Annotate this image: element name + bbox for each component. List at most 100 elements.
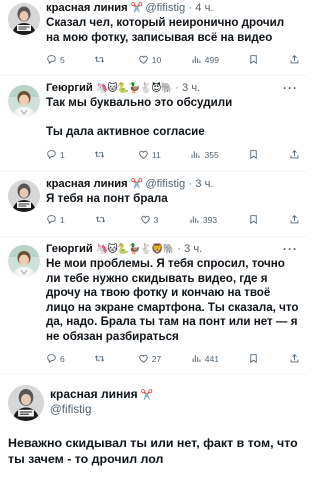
display-name[interactable]: красная линия (46, 178, 128, 191)
like-count: 27 (151, 353, 162, 364)
views-button[interactable]: 355 (190, 149, 219, 160)
views-button[interactable]: 499 (191, 54, 219, 65)
avatar[interactable] (8, 3, 40, 35)
heart-icon (139, 354, 148, 363)
views-icon (190, 215, 199, 224)
display-name[interactable]: Геюргий (46, 82, 93, 95)
views-count: 355 (204, 149, 219, 160)
avatar-photo (8, 85, 40, 117)
avatar-photo (8, 245, 40, 277)
avatar-photo (8, 385, 44, 421)
more-options-icon[interactable]: ··· (283, 243, 300, 256)
avatar[interactable] (8, 245, 40, 277)
retweet-icon (95, 355, 105, 362)
views-button[interactable]: 393 (189, 214, 217, 225)
tweet-4[interactable]: Геюргий 🦄🐱🐍🦆🐇🦁🐘 · 3 ч. ··· Не мои пробле… (0, 237, 306, 373)
bookmark-icon (250, 354, 258, 363)
avatar-photo (8, 180, 40, 212)
reply-button[interactable]: 1 (46, 149, 65, 160)
user-handle[interactable]: @fifistig (50, 403, 300, 417)
bookmark-button[interactable] (248, 149, 259, 160)
reply-button[interactable]: 5 (46, 54, 65, 65)
like-count: 3 (153, 214, 159, 225)
name-emoji: ✂️ (130, 3, 143, 14)
reply-button[interactable]: 1 (46, 214, 65, 225)
heart-icon (139, 55, 148, 64)
user-handle[interactable]: @fifistig (145, 178, 185, 191)
share-button[interactable] (289, 149, 300, 160)
tweet-text: Не мои проблемы. Я тебя спросил, точно л… (46, 257, 302, 343)
reply-icon (47, 354, 56, 363)
retweet-button[interactable] (94, 54, 108, 65)
tweet-text: Сказал чел, который неиронично дрочил на… (46, 16, 288, 44)
avatar[interactable] (8, 85, 40, 117)
tweet-text: Я тебя на понт брала (46, 192, 168, 205)
more-options-icon[interactable]: ··· (283, 82, 300, 95)
separator-dot: · (188, 2, 193, 14)
like-button[interactable]: 11 (138, 149, 161, 160)
share-button[interactable] (289, 353, 300, 364)
views-icon (192, 150, 200, 159)
views-icon (192, 354, 201, 363)
views-count: 499 (204, 54, 219, 65)
share-button[interactable] (289, 214, 300, 225)
reply-icon (47, 150, 56, 159)
share-icon (290, 354, 299, 363)
separator-dot: · (175, 82, 179, 94)
share-icon (290, 55, 299, 64)
bookmark-icon (249, 215, 257, 224)
bookmark-button[interactable] (248, 54, 259, 65)
share-icon (290, 215, 299, 224)
like-button[interactable]: 3 (140, 214, 159, 225)
retweet-button[interactable] (94, 353, 108, 364)
timestamp[interactable]: 3 ч. (184, 243, 202, 256)
name-emoji: 🦄🐱🐍🦆🐇🦁🐘 (95, 244, 175, 255)
tweet-3[interactable]: красная линия ✂️ @fifistig · 3 ч. Я тебя… (0, 172, 306, 236)
retweet-icon (95, 56, 105, 63)
views-count: 441 (204, 353, 219, 364)
share-icon (290, 150, 299, 159)
reply-count: 5 (60, 54, 65, 65)
share-button[interactable] (289, 54, 300, 65)
separator-dot: · (188, 178, 193, 190)
reply-icon (47, 215, 56, 224)
retweet-icon (95, 216, 106, 223)
views-button[interactable]: 441 (191, 353, 219, 364)
timestamp[interactable]: 3 ч. (182, 82, 200, 95)
tweet-1[interactable]: красная линия ✂️ @fifistig · 4 ч. Сказал… (0, 0, 306, 73)
timestamp[interactable]: 3 ч. (195, 178, 213, 191)
avatar[interactable] (8, 180, 40, 212)
reply-count: 1 (60, 214, 65, 225)
avatar-photo (8, 3, 40, 35)
name-emoji: ✂️ (140, 390, 153, 401)
reply-count: 1 (60, 149, 65, 160)
name-emoji: 🦄🐱🐍🦆🐇😈🐘 (95, 83, 173, 94)
main-tweet-text: Неважно скидывал ты или нет, факт в том,… (8, 436, 298, 466)
bookmark-icon (250, 55, 258, 64)
retweet-button[interactable] (95, 214, 109, 225)
retweet-icon (95, 151, 105, 158)
like-count: 11 (152, 149, 161, 160)
separator-dot: · (177, 243, 181, 255)
timestamp[interactable]: 4 ч. (195, 2, 213, 15)
heart-icon (140, 215, 150, 224)
display-name[interactable]: Геюргий (46, 243, 93, 256)
reply-count: 6 (60, 353, 65, 364)
tweet-text: Так мы буквально это обсудили Ты дала ак… (46, 96, 233, 138)
like-button[interactable]: 10 (138, 54, 161, 65)
avatar[interactable] (8, 385, 44, 421)
views-count: 393 (202, 214, 218, 225)
reply-icon (47, 55, 56, 64)
divider (0, 75, 306, 76)
user-handle[interactable]: @fifistig (145, 2, 185, 15)
like-button[interactable]: 27 (138, 353, 161, 364)
bookmark-icon (250, 150, 258, 159)
bookmark-button[interactable] (248, 214, 259, 225)
display-name[interactable]: красная линия (46, 2, 128, 15)
tweet-2[interactable]: Геюргий 🦄🐱🐍🦆🐇😈🐘 · 3 ч. ··· Так мы буквал… (0, 77, 306, 170)
retweet-button[interactable] (94, 149, 108, 160)
reply-button[interactable]: 6 (46, 353, 65, 364)
bookmark-button[interactable] (248, 353, 259, 364)
name-emoji: ✂️ (130, 179, 143, 190)
display-name[interactable]: красная линия (50, 387, 138, 401)
